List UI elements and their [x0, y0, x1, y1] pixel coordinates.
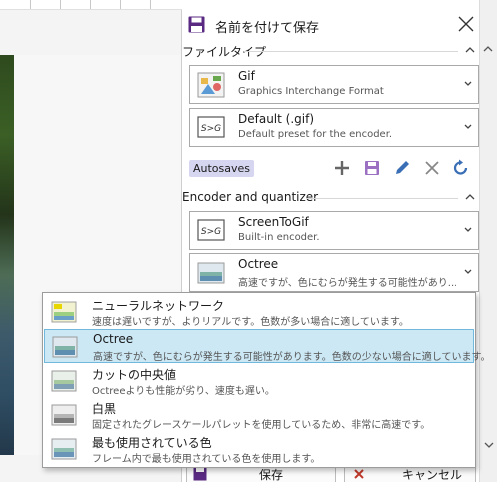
autosaves-badge[interactable]: Autosaves: [189, 160, 255, 177]
option-subtitle: 速度は遅いですが、よりリアルです。色数が多い場合に適しています。: [92, 317, 409, 328]
save-icon[interactable]: [362, 158, 382, 178]
quantizer-option-neural[interactable]: ニューラルネットワーク 速度は遅いですが、よりリアルです。色数が多い場合に適して…: [44, 295, 474, 329]
add-icon[interactable]: [332, 158, 352, 178]
octree-icon: [52, 336, 78, 358]
quantizer-option-most-used[interactable]: 最も使用されている色 フレーム内で最も使用されている色を使用します。: [44, 432, 474, 466]
save-button-label: 保存: [259, 468, 284, 482]
reset-icon[interactable]: [451, 158, 471, 178]
option-subtitle: 固定されたグレースケールパレットを使用しているため、非常に高速です。: [92, 420, 431, 431]
chevron-down-icon: [464, 124, 472, 129]
preset-dropdown[interactable]: S>G Default (.gif) Default preset for th…: [189, 108, 479, 147]
quantizer-options-list: ニューラルネットワーク 速度は遅いですが、よりリアルです。色数が多い場合に適して…: [42, 292, 491, 468]
section-divider: [244, 51, 458, 52]
edit-icon[interactable]: [392, 158, 412, 178]
svg-text:S>G: S>G: [201, 227, 221, 237]
chevron-down-icon: [464, 269, 472, 274]
file-format-subtitle: Graphics Interchange Format: [238, 86, 384, 97]
background-ruler: [0, 0, 182, 10]
option-subtitle: フレーム内で最も使用されている色を使用します。: [92, 454, 321, 465]
file-format-title: Gif: [238, 69, 255, 83]
collapse-chevron-icon[interactable]: [464, 191, 476, 203]
cancel-button-label: キャンセル: [402, 468, 463, 482]
quantizer-option-median-cut[interactable]: カットの中央値 Octreeよりも性能が劣り、速度も遅い。: [44, 364, 474, 398]
floppy-save-icon: [193, 467, 207, 481]
chevron-down-icon: [464, 227, 472, 232]
cancel-x-icon: [354, 469, 364, 479]
quantizer-title: Octree: [238, 257, 279, 271]
quantizer-option-grayscale[interactable]: 白黒 固定されたグレースケールパレットを使用しているため、非常に高速です。: [44, 398, 474, 432]
scroll-up-icon[interactable]: [482, 44, 494, 54]
collapse-chevron-icon[interactable]: [464, 44, 476, 56]
encoder-section-label: Encoder and quantizer: [182, 190, 319, 204]
quantizer-dropdown[interactable]: Octree 高速ですが、色にむらが発生する可能性があり...: [189, 253, 479, 292]
option-title: 白黒: [92, 402, 117, 416]
neural-network-icon: [51, 301, 77, 323]
option-subtitle: 高速ですが、色にむらが発生する可能性があります。色数の少ない場合に適しています。: [93, 352, 491, 363]
grayscale-icon: [51, 404, 77, 426]
most-used-colors-icon: [51, 438, 77, 460]
quantizer-option-octree[interactable]: Octree 高速ですが、色にむらが発生する可能性があります。色数の少ない場合に…: [44, 329, 491, 363]
option-title: 最も使用されている色: [92, 436, 212, 450]
right-scrollbar[interactable]: [479, 0, 497, 482]
floppy-save-icon: [188, 16, 205, 33]
quantizer-subtitle: 高速ですが、色にむらが発生する可能性があり...: [238, 278, 456, 289]
panel-title: 名前を付けて保存: [215, 21, 320, 36]
chevron-down-icon: [464, 81, 472, 86]
median-cut-icon: [51, 370, 77, 392]
svg-text:S>G: S>G: [201, 124, 221, 134]
option-title: カットの中央値: [92, 368, 177, 382]
option-title: ニューラルネットワーク: [92, 299, 225, 313]
close-icon[interactable]: [456, 14, 476, 34]
scroll-down-icon[interactable]: [482, 438, 496, 452]
preset-title: Default (.gif): [238, 112, 315, 126]
file-format-dropdown[interactable]: Gif Graphics Interchange Format: [189, 65, 479, 104]
panel-header: 名前を付けて保存: [182, 10, 480, 40]
option-title: Octree: [93, 332, 134, 346]
image-format-icon: [197, 72, 225, 98]
delete-icon[interactable]: [422, 158, 442, 178]
screentogif-logo-icon: S>G: [197, 116, 225, 138]
section-divider: [306, 198, 458, 199]
encoder-subtitle: Built-in encoder.: [238, 232, 320, 243]
screentogif-logo-icon: S>G: [197, 219, 225, 241]
encoder-title: ScreenToGif: [238, 215, 309, 229]
quantizer-gradient-icon: [197, 262, 225, 284]
option-subtitle: Octreeよりも性能が劣り、速度も遅い。: [92, 386, 275, 397]
background-canvas-image: [0, 55, 14, 455]
preset-subtitle: Default preset for the encoder.: [238, 129, 393, 140]
encoder-dropdown[interactable]: S>G ScreenToGif Built-in encoder.: [189, 211, 479, 250]
